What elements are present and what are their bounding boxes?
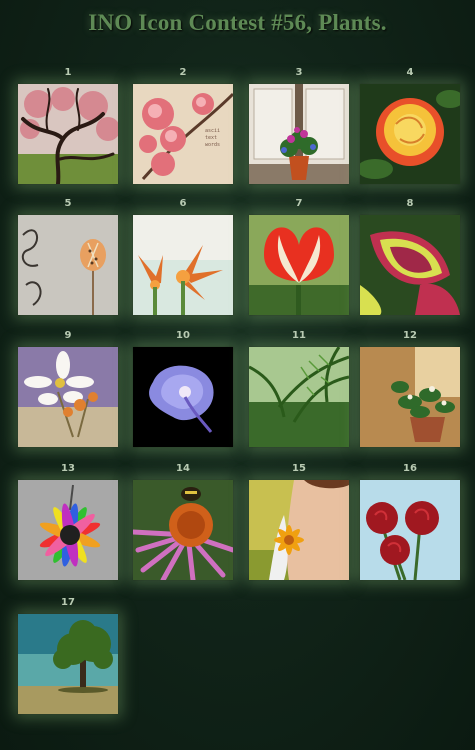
blossom-tree-icon[interactable] [18,84,118,184]
icon-number: 2 [179,67,187,78]
girl-with-flower-icon[interactable] [249,480,349,580]
rainbow-daisy-icon[interactable] [18,480,118,580]
variegated-leaves-icon[interactable] [360,215,460,315]
icon-number: 8 [406,198,414,209]
icon-entry[interactable]: 10 [133,329,233,447]
icon-entry[interactable]: 13 [18,462,118,580]
pink-blossom-icon[interactable]: ascii text words [133,84,233,184]
seed-pod-icon[interactable] [18,215,118,315]
svg-text:ascii: ascii [205,128,220,134]
svg-text:text: text [205,135,217,141]
icon-entry[interactable]: 11 [249,329,349,447]
yellow-rose-icon[interactable] [360,84,460,184]
icon-entry[interactable]: 1 [18,66,118,184]
icon-number: 6 [179,198,187,209]
icon-number: 14 [176,463,190,474]
lone-tree-icon[interactable] [18,614,118,714]
icon-entry[interactable]: 12 [360,329,460,447]
palm-fronds-icon[interactable] [249,347,349,447]
icon-entry[interactable]: 3 [249,66,349,184]
icon-entry[interactable]: 2 ascii text words [133,66,233,184]
icon-number: 13 [61,463,75,474]
icon-entry[interactable]: 6 [133,197,233,315]
icon-number: 4 [406,67,414,78]
icon-number: 5 [64,198,72,209]
svg-text:words: words [205,142,220,148]
orange-succulent-flower-icon[interactable] [133,215,233,315]
icon-entry[interactable]: 5 [18,197,118,315]
icon-number: 16 [403,463,417,474]
icon-number: 9 [64,330,72,341]
coneflower-bee-icon[interactable] [133,480,233,580]
icon-number: 1 [64,67,72,78]
red-roses-icon[interactable] [360,480,460,580]
icon-number: 10 [176,330,190,341]
icon-number: 7 [295,198,303,209]
morning-glory-icon[interactable] [133,347,233,447]
icon-entry[interactable]: 4 [360,66,460,184]
icon-number: 12 [403,330,417,341]
potted-plant-icon[interactable] [360,347,460,447]
page-title: INO Icon Contest #56, Plants. [88,10,387,35]
icon-entry[interactable]: 7 [249,197,349,315]
icon-entry[interactable]: 14 [133,462,233,580]
icon-number: 11 [292,330,306,341]
white-blossom-icon[interactable] [18,347,118,447]
icon-number: 15 [292,463,306,474]
contest-page: INO Icon Contest #56, Plants. 1 2 ascii … [0,0,475,750]
icon-entry[interactable]: 9 [18,329,118,447]
icon-entry[interactable]: 8 [360,197,460,315]
potted-flowers-icon[interactable] [249,84,349,184]
icon-number: 17 [61,597,75,608]
icon-entry[interactable]: 15 [249,462,349,580]
red-tulip-icon[interactable] [249,215,349,315]
icon-entry[interactable]: 16 [360,462,460,580]
icon-entry[interactable]: 17 [18,596,118,714]
icon-number: 3 [295,67,303,78]
